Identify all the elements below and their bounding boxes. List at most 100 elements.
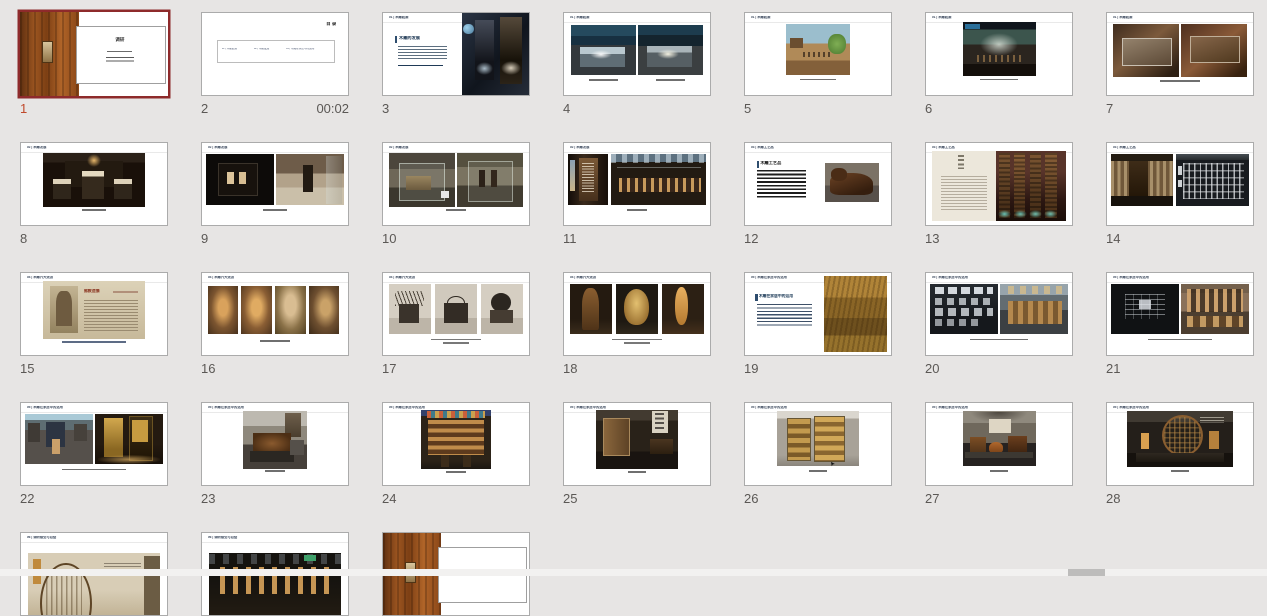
- slide-meta: 18: [563, 361, 711, 376]
- slide-graphic: [62, 341, 126, 343]
- slide-thumbnail[interactable]: 05 | 木雕在家居中的运用➤: [744, 402, 892, 486]
- slide-graphic: [76, 26, 165, 83]
- slide-cell: 05 | 木雕在家居中的运用24: [382, 402, 530, 506]
- slide-graphic: [399, 304, 419, 323]
- slide-cell: 01 | 木雕起源 5: [744, 12, 892, 116]
- slide-graphic: [42, 41, 53, 62]
- slide-meta: 23: [201, 491, 349, 506]
- slide-graphic: [263, 209, 286, 211]
- slide-graphic: [590, 50, 612, 59]
- slide-graphic: [1171, 470, 1189, 472]
- slide-thumbnail[interactable]: 03 | 木雕工艺品: [925, 142, 1073, 226]
- slide-text: 01 | 木雕起源: [570, 16, 693, 22]
- slide-graphic: [1148, 339, 1212, 341]
- slide-graphic: [106, 57, 134, 63]
- slide-cell: 02 | 木雕发展10: [382, 142, 530, 246]
- slide-thumbnail[interactable]: 05 | 木雕在家居中的运用木雕在家居中的运用: [744, 272, 892, 356]
- slide-graphic: [265, 470, 285, 472]
- slide-graphic: [227, 172, 234, 184]
- slide-thumbnail[interactable]: 05 | 木雕在家居中的运用: [201, 402, 349, 486]
- slide-graphic: [1141, 433, 1150, 449]
- slide-text: 03 | 木雕工艺品: [751, 146, 874, 152]
- slide-thumbnail[interactable]: 04 | 木雕六大流派: [382, 272, 530, 356]
- slide-thumbnail[interactable]: 调研: [20, 12, 168, 96]
- slide-thumbnail[interactable]: 05 | 木雕在家居中的运用: [1106, 402, 1254, 486]
- slide-text: 04 | 木雕六大流派: [570, 276, 693, 282]
- slide-thumbnail[interactable]: 02 | 木雕发展: [563, 142, 711, 226]
- slide-text: 01 | 木雕起源: [222, 48, 248, 52]
- slide-thumbnail[interactable]: 05 | 木雕在家居中的运用: [925, 402, 1073, 486]
- slide-graphic: [800, 79, 835, 81]
- slide-number: 2: [201, 101, 208, 116]
- slide-thumbnail[interactable]: 05 | 木雕在家居中的运用: [925, 272, 1073, 356]
- slide-graphic: [87, 154, 102, 167]
- slide-graphic: [202, 282, 348, 283]
- slide-graphic: [326, 156, 342, 204]
- slide-meta: 19: [744, 361, 892, 376]
- slide-thumbnail[interactable]: 05 | 木雕在家居中的运用: [20, 402, 168, 486]
- slide-thumbnail[interactable]: 04 | 木雕六大流派: [563, 272, 711, 356]
- slide-text: 01 | 木雕起源: [932, 16, 1055, 22]
- slide-graphic: [624, 342, 650, 344]
- slide-graphic: [1160, 80, 1201, 82]
- slide-graphic: [1111, 154, 1172, 161]
- slide-thumbnail[interactable]: 04 | 木雕六大流派: [201, 272, 349, 356]
- scrollbar-thumb[interactable]: [1068, 569, 1105, 576]
- slide-graphic: [491, 293, 511, 312]
- slide-thumbnail[interactable]: 02 | 木雕发展: [20, 142, 168, 226]
- slide-thumbnail[interactable]: 02 | 木雕发展: [201, 142, 349, 226]
- slide-number: 20: [925, 361, 939, 376]
- slide-cell: 04 | 木雕六大流派佛教造像 15: [20, 272, 168, 376]
- slide-thumbnail[interactable]: 05 | 木雕在家居中的运用: [382, 402, 530, 486]
- slide-thumbnail[interactable]: 01 | 木雕起源: [1106, 12, 1254, 96]
- slide-graphic: [241, 286, 272, 334]
- slide-graphic: [1209, 431, 1219, 449]
- slide-number: 8: [20, 231, 27, 246]
- slide-graphic: [582, 288, 600, 330]
- slide-cell: 02 | 木雕发展 8: [20, 142, 168, 246]
- slide-text: 04 | 木雕六大流派: [208, 276, 331, 282]
- slide-cell: 01 | 木雕起源 4: [563, 12, 711, 116]
- slide-thumbnail[interactable]: 05 | 木雕在家居中的运用: [1106, 272, 1254, 356]
- slide-thumbnail[interactable]: 01 | 木雕起源: [925, 12, 1073, 96]
- slide-thumbnail[interactable]: 03 | 木雕工艺品木雕工艺品: [744, 142, 892, 226]
- slide-number: 19: [744, 361, 758, 376]
- slide-graphic: [28, 423, 40, 443]
- slide-text: 05 | 木雕在家居中的运用: [932, 276, 1055, 282]
- slide-text: 02 | 木雕发展: [570, 146, 693, 152]
- slide-thumbnail[interactable]: 01 | 木雕起源: [744, 12, 892, 96]
- slide-text: 02 | 木雕发展: [254, 48, 280, 52]
- slide-number: 5: [744, 101, 751, 116]
- slide-meta: 17: [382, 361, 530, 376]
- slide-graphic: [441, 455, 448, 466]
- slide-graphic: [564, 22, 710, 23]
- slide-graphic: [290, 440, 305, 455]
- slide-graphic: [463, 455, 470, 466]
- slide-meta: 15: [20, 361, 168, 376]
- slide-thumbnail[interactable]: 02 | 木雕发展: [382, 142, 530, 226]
- slide-number: 4: [563, 101, 570, 116]
- slide-cell: 目 录01 | 木雕起源02 | 木雕发展03 | 木雕在家居中的运用200:0…: [201, 12, 349, 116]
- slide-cell: 05 | 木雕在家居中的运用27: [925, 402, 1073, 506]
- horizontal-scrollbar[interactable]: [0, 569, 1267, 576]
- slide-graphic: [990, 470, 1008, 472]
- slide-graphic: [107, 51, 132, 52]
- slide-graphic: [935, 308, 993, 315]
- slide-graphic: [1030, 153, 1041, 218]
- slide-cell: 04 | 木雕六大流派 17: [382, 272, 530, 376]
- slide-thumbnail[interactable]: 05 | 木雕在家居中的运用: [563, 402, 711, 486]
- slide-graphic: [406, 176, 431, 190]
- slide-thumbnail[interactable]: 01 | 木雕起源木雕的发展: [382, 12, 530, 96]
- slide-graphic: [831, 168, 847, 180]
- slide-thumbnail[interactable]: 目 录01 | 木雕起源02 | 木雕发展03 | 木雕在家居中的运用: [201, 12, 349, 96]
- slide-thumbnail[interactable]: 04 | 木雕六大流派佛教造像: [20, 272, 168, 356]
- slide-thumbnail[interactable]: 01 | 木雕起源: [563, 12, 711, 96]
- slide-text: 05 | 木雕在家居中的运用: [27, 406, 150, 412]
- slide-graphic: [650, 439, 673, 454]
- slide-text: 01 | 木雕起源: [1113, 16, 1236, 22]
- slide-meta: 22: [20, 491, 168, 506]
- slide-thumbnail[interactable]: 03 | 木雕工艺品: [1106, 142, 1254, 226]
- slide-transition-time: 00:02: [316, 101, 349, 116]
- slide-graphic: [655, 413, 664, 430]
- slide-cell: 05 | 木雕在家居中的运用 23: [201, 402, 349, 506]
